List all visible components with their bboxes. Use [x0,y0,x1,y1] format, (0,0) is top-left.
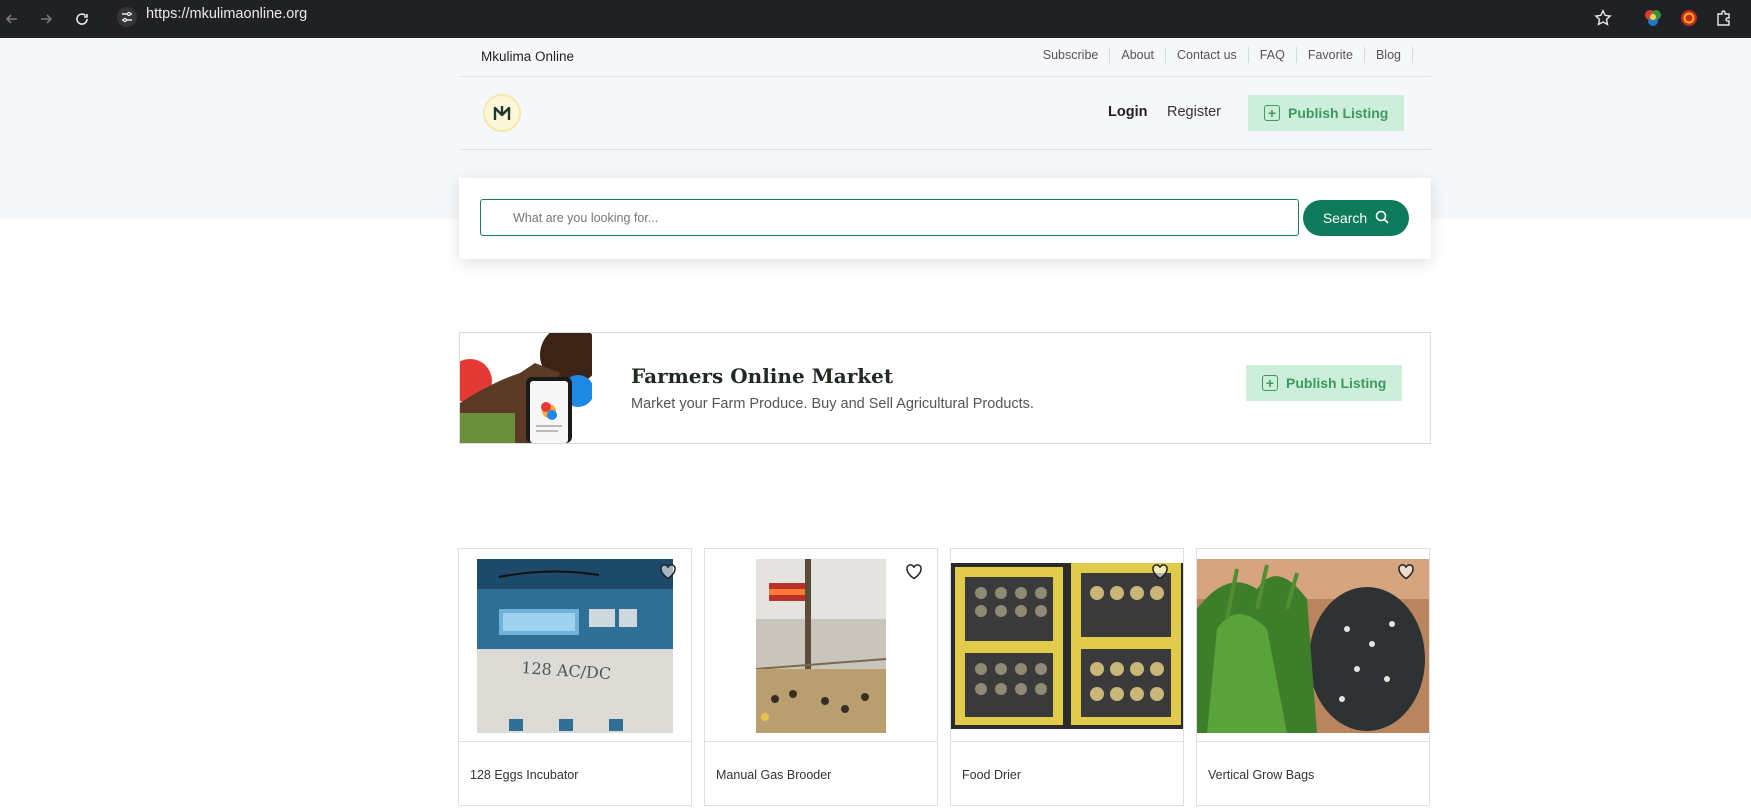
search-button-label: Search [1322,210,1368,226]
favorite-heart-icon[interactable] [901,559,927,585]
back-icon[interactable] [1,8,23,30]
search-input[interactable] [480,199,1299,236]
nav-link-faq[interactable]: FAQ [1249,47,1297,63]
product-title[interactable]: 128 Eggs Incubator [470,768,578,782]
url-text[interactable]: https://mkulimaonline.org [146,6,307,22]
extension-color-icon[interactable] [1640,5,1666,31]
site-header: Login Register + Publish Listing [459,77,1431,150]
plus-icon: + [1262,375,1278,391]
nav-link-subscribe[interactable]: Subscribe [1043,47,1111,63]
banner-publish-label: Publish Listing [1286,375,1387,391]
bookmark-star-icon[interactable] [1590,5,1616,31]
product-title[interactable]: Food Drier [962,768,1021,782]
product-card-incubator[interactable]: 128 AC/DC 128 Eggs Incubator [458,548,692,806]
brand-name[interactable]: Mkulima Online [481,49,574,64]
top-links: Subscribe About Contact us FAQ Favorite … [1043,47,1413,63]
favorite-heart-icon[interactable] [1147,559,1173,585]
nav-link-contact[interactable]: Contact us [1166,47,1249,63]
search-card: Search [459,178,1431,259]
reload-icon[interactable] [71,8,93,30]
nav-link-favorite[interactable]: Favorite [1297,47,1365,63]
product-card-brooder[interactable]: Manual Gas Brooder [704,548,938,806]
top-nav: Mkulima Online Subscribe About Contact u… [459,38,1431,77]
banner-publish-listing-button[interactable]: + Publish Listing [1246,365,1403,401]
extensions-puzzle-icon[interactable] [1711,5,1737,31]
favorite-heart-icon[interactable] [655,559,681,585]
banner-title: Farmers Online Market [631,364,894,388]
publish-listing-button[interactable]: + Publish Listing [1248,95,1405,131]
banner-phone-image [460,333,600,443]
product-card-food-drier[interactable]: Food Drier [950,548,1184,806]
banner-subtitle: Market your Farm Produce. Buy and Sell A… [631,396,1034,412]
site-info-icon[interactable] [116,6,138,33]
publish-listing-label: Publish Listing [1288,105,1389,121]
address-bar[interactable] [110,3,1610,35]
extension-profile-icon[interactable] [1676,5,1702,31]
browser-toolbar: https://mkulimaonline.org [0,0,1751,38]
product-card-grow-bags[interactable]: Vertical Grow Bags [1196,548,1430,806]
nav-link-about[interactable]: About [1110,47,1167,63]
product-title[interactable]: Vertical Grow Bags [1208,768,1314,782]
site-logo[interactable] [483,94,521,132]
search-button[interactable]: Search [1303,200,1409,236]
product-title[interactable]: Manual Gas Brooder [716,768,831,782]
nav-link-blog[interactable]: Blog [1365,47,1413,63]
login-link[interactable]: Login [1108,104,1147,120]
register-link[interactable]: Register [1167,104,1221,120]
market-banner: Farmers Online Market Market your Farm P… [459,332,1431,444]
favorite-heart-icon[interactable] [1393,559,1419,585]
plus-icon: + [1264,105,1280,121]
forward-icon[interactable] [35,8,57,30]
search-icon [1375,210,1389,227]
